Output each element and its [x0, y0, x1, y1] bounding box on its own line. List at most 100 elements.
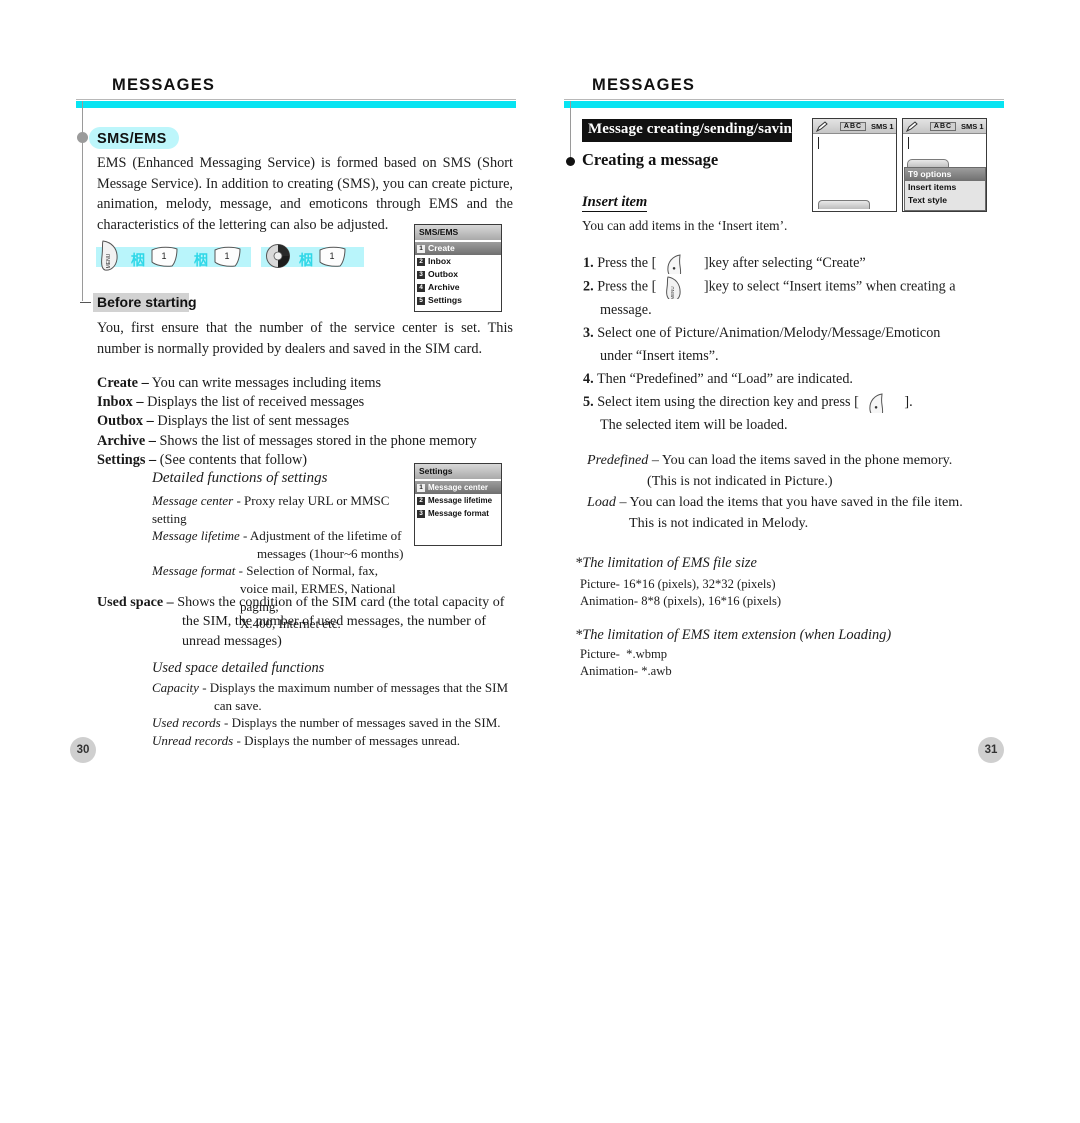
step-5: 5. Select item using the direction key a…	[583, 391, 1003, 437]
lcd-item-number: 3	[417, 509, 425, 518]
used-space-desc: unread messages)	[182, 632, 282, 649]
lcd-item-label: Settings	[428, 295, 462, 305]
settings-rest: - Adjustment of the lifetime of	[239, 528, 402, 544]
popup-menu-item[interactable]: T9 options	[905, 168, 985, 181]
step-number: 3.	[583, 325, 594, 341]
definition-desc: Shows the list of messages stored in the…	[155, 432, 477, 449]
sms-ems-label: SMS/EMS	[97, 131, 167, 147]
black-band-title: Message creating/sending/saving	[588, 121, 800, 137]
definition-desc: (See contents that follow)	[156, 451, 308, 468]
used-space-term: Used space –	[97, 594, 174, 610]
lcd-item[interactable]: 2 Inbox	[415, 255, 501, 268]
settings-term: Message center	[152, 493, 234, 508]
right-page-header: MESSAGES	[592, 76, 696, 94]
right-margin-vline	[570, 101, 571, 163]
popup-menu-item[interactable]: Text style	[905, 194, 985, 207]
arrow-glyph-1: 栶	[131, 252, 145, 268]
used-space-line: the SIM, the number of used messages, th…	[97, 612, 517, 631]
definition-desc: Displays the list of sent messages	[153, 413, 350, 430]
header-thin-rule	[564, 99, 1004, 100]
lcd-editor: ABC SMS 1	[812, 118, 897, 212]
detail-rest: can save.	[214, 697, 262, 713]
detail-line: Used records - Displays the number of me…	[152, 714, 512, 732]
lcd-editor-popup-sms-chip: SMS 1	[961, 121, 984, 131]
lcd-item[interactable]: 4 Archive	[415, 281, 501, 294]
settings-rest: messages (1hour~6 months)	[257, 545, 404, 561]
lcd-editor-softkey-tab	[818, 200, 870, 209]
definition-rest: – You can load the items saved in the ph…	[648, 452, 953, 468]
lcd-settings-title: Settings	[415, 464, 501, 479]
step-4: 4. Then “Predefined” and “Load” are indi…	[583, 368, 1003, 391]
lcd-item[interactable]: 3 Outbox	[415, 268, 501, 281]
used-space-line: unread messages)	[97, 632, 517, 651]
limitation-file-size-heading: *The limitation of EMS file size	[575, 555, 757, 571]
header-cyan-rule	[564, 101, 1004, 108]
lcd-settings: Settings 1 Message center 2 Message lifeti…	[414, 463, 502, 546]
lcd-item-label: Message format	[428, 509, 489, 518]
lcd-item-number: 1	[417, 483, 425, 492]
lcd-item[interactable]: 1 Create	[415, 242, 501, 255]
insert-item-text: You can add items in the ‘Insert item’.	[582, 218, 788, 233]
header-thin-rule	[76, 99, 516, 100]
definition-line: (This is not indicated in Picture.)	[587, 471, 1017, 492]
definition-line: Predefined – You can load the items save…	[587, 450, 1017, 471]
detail-term: Used records	[152, 715, 221, 731]
step-continuation: The selected item will be loaded.	[600, 417, 788, 433]
menu-definition-item: Create – You can write messages includin…	[97, 374, 517, 393]
lcd-item-label: Create	[428, 243, 455, 253]
menu-definition-item: Outbox – Displays the list of sent messa…	[97, 412, 517, 431]
detail-term: Unread records	[152, 732, 234, 748]
step-text-before: Press the [	[597, 255, 657, 271]
definition-term: Archive –	[97, 432, 156, 449]
lcd-item[interactable]: 5 Settings	[415, 294, 501, 307]
settings-line: Message format - Selection of Normal, fa…	[152, 562, 417, 580]
right-page: MESSAGES Message creating/sending/saving…	[540, 0, 1080, 1123]
popup-menu-item[interactable]: Insert items	[905, 181, 985, 194]
definition-term: Create –	[97, 375, 149, 391]
lcd-item-number: 2	[417, 257, 425, 266]
before-starting-dash	[80, 302, 91, 303]
step-text-after: ]key to select “Insert items” when creat…	[703, 278, 956, 295]
insert-item-heading: Insert item	[582, 194, 648, 212]
detail-term: Capacity	[152, 680, 199, 695]
lcd-item-number: 3	[417, 270, 425, 279]
section-bullet-icon	[77, 132, 88, 143]
used-space-detail-heading: Used space detailed functions	[152, 660, 325, 676]
lcd-editor-popup-abc-chip: ABC	[930, 121, 956, 131]
lcd-item-label: Archive	[428, 282, 460, 292]
arrow-glyph-2: 栶	[194, 252, 208, 268]
definition-rest: – You can load the items that you have s…	[615, 494, 963, 510]
definition-rest: This is not indicated in Melody.	[629, 515, 809, 531]
page-number-left: 30	[70, 737, 96, 763]
pencil-icon	[816, 121, 828, 132]
lcd-item[interactable]: 1 Message center	[415, 481, 501, 494]
lcd-item[interactable]: 2 Message lifetime	[415, 494, 501, 507]
lcd-item[interactable]: 3 Message format	[415, 507, 501, 520]
detail-rest: - Displays the maximum number of message…	[198, 680, 508, 695]
definition-desc: You can write messages including items	[148, 375, 382, 391]
manual-spread: MESSAGES SMS/EMS EMS (Enhanced Messaging…	[0, 0, 1080, 1123]
creating-a-message-heading: Creating a message	[582, 150, 719, 169]
svg-text:MENU: MENU	[106, 253, 112, 268]
before-starting-paragraph: You, first ensure that the number of the…	[97, 320, 513, 357]
detail-rest: - Displays the number of messages saved …	[220, 715, 501, 731]
lcd-editor-popup-caret	[908, 137, 910, 149]
settings-line: messages (1hour~6 months)	[152, 545, 417, 563]
lcd-item-number: 1	[417, 244, 425, 253]
ok-softkey-icon: ●	[667, 254, 681, 275]
used-space-desc: the SIM, the number of used messages, th…	[182, 613, 487, 630]
definition-term: Outbox –	[97, 413, 154, 430]
page-number-right: 31	[978, 737, 1004, 763]
used-space-desc: Shows the condition of the SIM card (the…	[173, 594, 505, 610]
left-margin-vline	[82, 101, 83, 301]
key-1-icon-c: 1	[319, 246, 346, 267]
settings-line: Message center - Proxy relay URL or MMSC…	[152, 492, 417, 527]
menu-softkey-icon: MENU	[101, 240, 118, 271]
lcd-settings-list: 1 Message center 2 Message lifetime 3 Messa…	[415, 479, 501, 520]
definition-term: Load	[587, 494, 616, 510]
lcd-editor-abc-chip: ABC	[840, 121, 866, 131]
lcd-item-label: Inbox	[428, 256, 451, 266]
predefined-load-definitions: Predefined – You can load the items save…	[587, 450, 1017, 534]
lcd-sms-ems: SMS/EMS 1 Create 2 Inbox 3 Outbox 4 Archive …	[414, 224, 502, 312]
definition-rest: (This is not indicated in Picture.)	[647, 473, 833, 489]
